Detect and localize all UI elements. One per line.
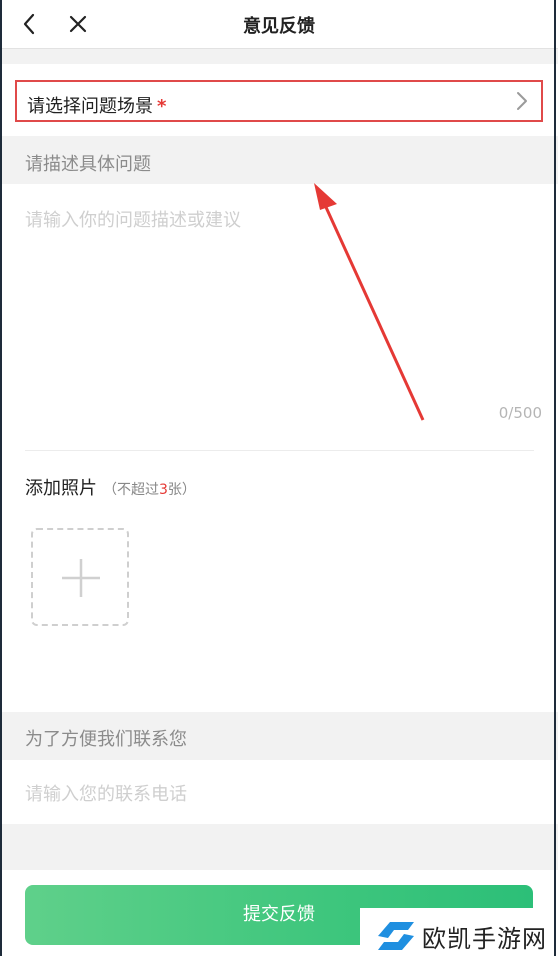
chevron-right-icon xyxy=(517,92,527,110)
photo-limit-prefix: （不超过 xyxy=(103,482,159,498)
contact-phone-placeholder: 请输入您的联系电话 xyxy=(25,784,187,805)
description-section-header: 请描述具体问题 xyxy=(0,138,558,184)
char-counter: 0/500 xyxy=(498,404,542,422)
contact-section-header: 为了方便我们联系您 xyxy=(0,713,558,759)
scene-selector-row: 请选择问题场景 * xyxy=(0,64,558,136)
contact-phone-field[interactable]: 请输入您的联系电话 xyxy=(0,760,558,824)
contact-section-title: 为了方便我们联系您 xyxy=(25,729,187,750)
scene-selector-label-wrap: 请选择问题场景 * xyxy=(27,92,166,118)
photo-section-title-wrap: 添加照片 （不超过3张） xyxy=(25,474,196,500)
photo-limit-hint: （不超过3张） xyxy=(103,482,196,498)
header-bar: 意见反馈 xyxy=(0,0,558,49)
page-title: 意见反馈 xyxy=(243,16,315,37)
watermark-text: 欧凯手游网 xyxy=(422,925,547,953)
scene-selector-label: 请选择问题场景 xyxy=(27,96,153,117)
add-photo-button[interactable] xyxy=(31,528,129,626)
scene-selector[interactable]: 请选择问题场景 * xyxy=(15,80,543,122)
required-mark: * xyxy=(157,96,167,117)
plus-icon xyxy=(62,559,100,597)
description-area: 请输入你的问题描述或建议 0/500 添加照片 （不超过3张） xyxy=(0,184,558,712)
description-section-title: 请描述具体问题 xyxy=(25,154,151,175)
watermark: 欧凯手游网 xyxy=(360,908,558,958)
photo-limit-suffix: 张） xyxy=(167,482,196,498)
watermark-logo-icon xyxy=(378,922,414,950)
photo-limit-count: 3 xyxy=(159,482,168,498)
photo-section-title: 添加照片 xyxy=(25,478,97,499)
divider xyxy=(25,450,534,451)
description-input[interactable]: 请输入你的问题描述或建议 xyxy=(25,206,241,232)
